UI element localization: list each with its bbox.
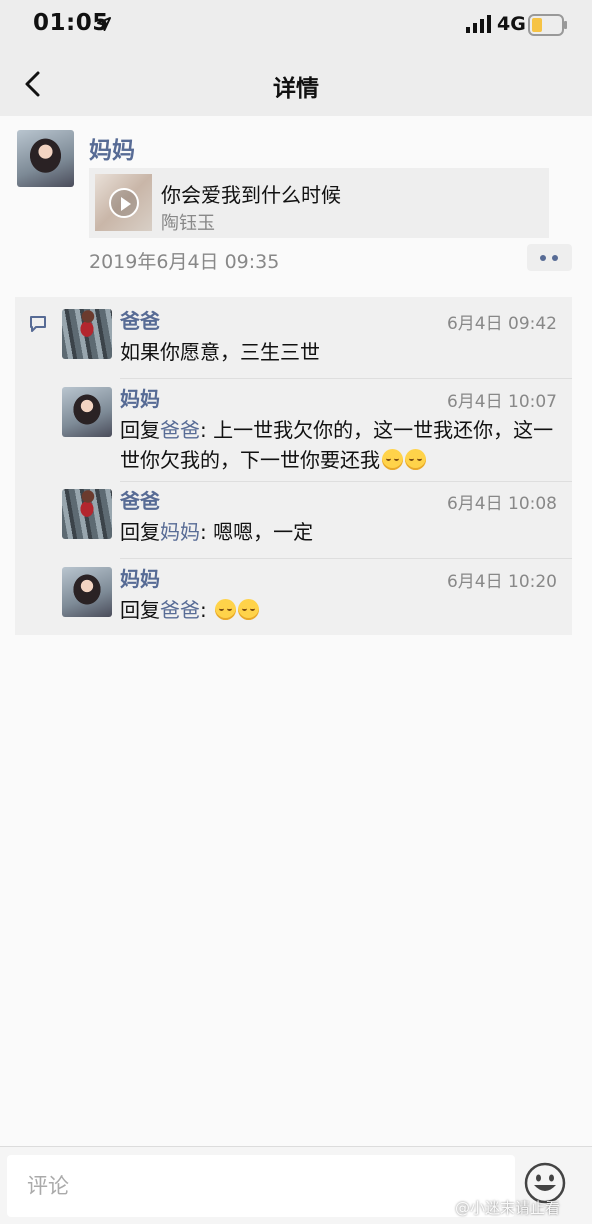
comment-item[interactable]: 爸爸 6月4日 09:42 如果你愿意，三生三世 (62, 309, 572, 369)
comment-text: 回复爸爸: (120, 595, 560, 625)
music-title: 你会爱我到什么时候 (161, 183, 341, 207)
status-bar: 01:05 4G (0, 0, 592, 50)
watermark: @小迷末请止看 (455, 1199, 561, 1217)
comment-icon (30, 316, 46, 332)
smile-emoji-icon (405, 449, 426, 470)
reply-target[interactable]: 爸爸 (160, 598, 200, 622)
comment-item[interactable]: 妈妈 6月4日 10:07 回复爸爸: 上一世我欠你的，这一世我还你，这一世你欠… (62, 387, 572, 477)
comment-text: 如果你愿意，三生三世 (120, 340, 320, 364)
comment-time: 6月4日 10:08 (446, 494, 557, 514)
divider (120, 481, 572, 482)
more-dots-icon (540, 255, 546, 261)
reply-target[interactable]: 妈妈 (160, 520, 200, 544)
smile-emoji-icon (238, 599, 260, 620)
more-button[interactable] (527, 244, 572, 271)
nav-bar: 详情 (0, 50, 592, 116)
comment-author[interactable]: 妈妈 (120, 563, 160, 592)
music-cover (95, 174, 152, 231)
comment-text: 回复妈妈: 嗯嗯，一定 (120, 520, 314, 544)
reply-target[interactable]: 爸爸 (160, 418, 200, 442)
comment-time: 6月4日 10:07 (446, 392, 557, 412)
post-timestamp: 2019年6月4日 09:35 (89, 251, 280, 273)
comments-section: 爸爸 6月4日 09:42 如果你愿意，三生三世 妈妈 6月4日 10:07 回… (15, 297, 572, 635)
page-title: 详情 (273, 76, 319, 102)
avatar[interactable] (62, 489, 112, 539)
comment-author[interactable]: 爸爸 (120, 485, 160, 514)
signal-icon (466, 15, 491, 33)
post-author[interactable]: 妈妈 (89, 131, 135, 165)
music-card[interactable]: 你会爱我到什么时候 陶钰玉 (89, 168, 549, 238)
smile-emoji-icon (215, 599, 237, 620)
comment-time: 6月4日 09:42 (446, 314, 557, 334)
battery-icon (528, 14, 567, 36)
play-icon[interactable] (109, 188, 139, 218)
avatar[interactable] (62, 309, 112, 359)
avatar[interactable] (17, 130, 74, 187)
comment-text: 回复爸爸: 上一世我欠你的，这一世我还你，这一世你欠我的，下一世你要还我 (120, 418, 554, 472)
network-type: 4G (497, 13, 526, 35)
music-artist: 陶钰玉 (161, 213, 215, 234)
smile-emoji-icon (382, 449, 403, 470)
divider (120, 378, 572, 379)
moment-detail: 妈妈 你会爱我到什么时候 陶钰玉 2019年6月4日 09:35 爸爸 6月4日… (0, 116, 592, 1146)
avatar[interactable] (62, 567, 112, 617)
comment-author[interactable]: 妈妈 (120, 383, 160, 412)
comment-input[interactable] (7, 1155, 515, 1217)
comment-item[interactable]: 妈妈 6月4日 10:20 回复爸爸: (62, 567, 572, 627)
divider (120, 558, 572, 559)
location-arrow-icon (97, 17, 111, 31)
comment-time: 6月4日 10:20 (446, 572, 557, 592)
avatar[interactable] (62, 387, 112, 437)
comment-item[interactable]: 爸爸 6月4日 10:08 回复妈妈: 嗯嗯，一定 (62, 489, 572, 549)
comment-author[interactable]: 爸爸 (120, 305, 160, 334)
